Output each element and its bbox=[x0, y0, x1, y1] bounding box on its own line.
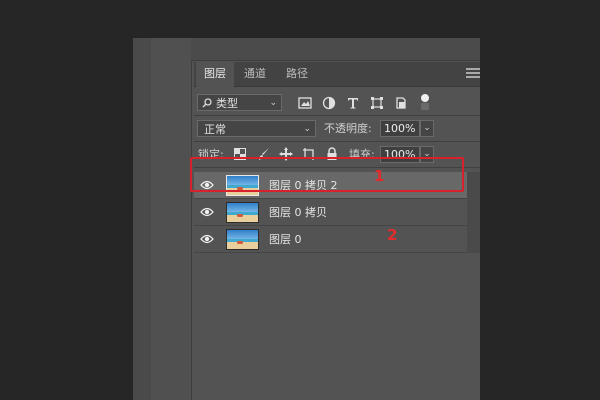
filter-kind-select[interactable]: 类型 ⌄ bbox=[197, 94, 282, 111]
opacity-dropdown-button[interactable]: ⌄ bbox=[420, 120, 434, 137]
layer-list: 图层 0 拷贝 2 图层 0 拷贝 图层 0 bbox=[194, 172, 480, 400]
layer-thumbnail bbox=[226, 202, 259, 223]
layer-thumbnail bbox=[226, 229, 259, 250]
layer-list-scrollbar[interactable] bbox=[467, 172, 480, 253]
photoshop-window: 图层 通道 路径 类型 ⌄ 正常 ⌄ 不透明度: 100% ⌄ 锁定: 填充: … bbox=[133, 38, 480, 400]
layer-row-original[interactable]: 图层 0 bbox=[194, 226, 467, 253]
tab-paths[interactable]: 路径 bbox=[278, 62, 316, 86]
pixel-layer-filter-icon[interactable] bbox=[298, 96, 312, 110]
dock-strip bbox=[151, 38, 192, 400]
blend-mode-select[interactable]: 正常 ⌄ bbox=[197, 120, 316, 137]
type-layer-filter-icon[interactable] bbox=[346, 96, 360, 110]
panel-dock-header bbox=[191, 38, 480, 61]
layer-row-copy[interactable]: 图层 0 拷贝 bbox=[194, 199, 467, 226]
visibility-eye-icon[interactable] bbox=[200, 233, 214, 245]
annotation-marker-1: 1 bbox=[374, 167, 385, 185]
stage: 图层 通道 路径 类型 ⌄ 正常 ⌄ 不透明度: 100% ⌄ 锁定: 填充: … bbox=[0, 0, 600, 400]
highlight-box bbox=[190, 157, 464, 192]
divider bbox=[194, 141, 480, 142]
tab-layers[interactable]: 图层 bbox=[196, 62, 234, 87]
layer-name[interactable]: 图层 0 拷贝 bbox=[269, 199, 327, 226]
chevron-down-icon: ⌄ bbox=[303, 124, 311, 134]
divider bbox=[194, 115, 480, 116]
visibility-eye-icon[interactable] bbox=[200, 206, 214, 218]
shape-layer-filter-icon[interactable] bbox=[370, 96, 384, 110]
layers-panel: 图层 通道 路径 类型 ⌄ 正常 ⌄ 不透明度: 100% ⌄ 锁定: 填充: … bbox=[194, 62, 480, 400]
filter-toggle-icon[interactable] bbox=[421, 94, 429, 110]
tab-channels[interactable]: 通道 bbox=[236, 62, 274, 86]
panel-tabs: 图层 通道 路径 bbox=[194, 62, 480, 87]
filter-row: 类型 ⌄ bbox=[194, 92, 480, 112]
layer-name[interactable]: 图层 0 bbox=[269, 226, 302, 253]
opacity-label: 不透明度: bbox=[324, 122, 372, 135]
filter-kind-label: 类型 bbox=[216, 97, 238, 110]
blend-row: 正常 ⌄ 不透明度: 100% ⌄ bbox=[194, 118, 480, 138]
smart-object-filter-icon[interactable] bbox=[394, 96, 408, 110]
annotation-marker-2: 2 bbox=[387, 226, 398, 244]
opacity-input[interactable]: 100% bbox=[380, 120, 420, 137]
tool-strip bbox=[133, 38, 151, 400]
search-icon bbox=[202, 98, 212, 108]
blend-mode-label: 正常 bbox=[204, 123, 226, 136]
adjustment-layer-filter-icon[interactable] bbox=[322, 96, 336, 110]
chevron-down-icon: ⌄ bbox=[269, 98, 277, 108]
chevron-down-icon: ⌄ bbox=[423, 123, 431, 133]
panel-menu-icon[interactable] bbox=[466, 68, 480, 80]
